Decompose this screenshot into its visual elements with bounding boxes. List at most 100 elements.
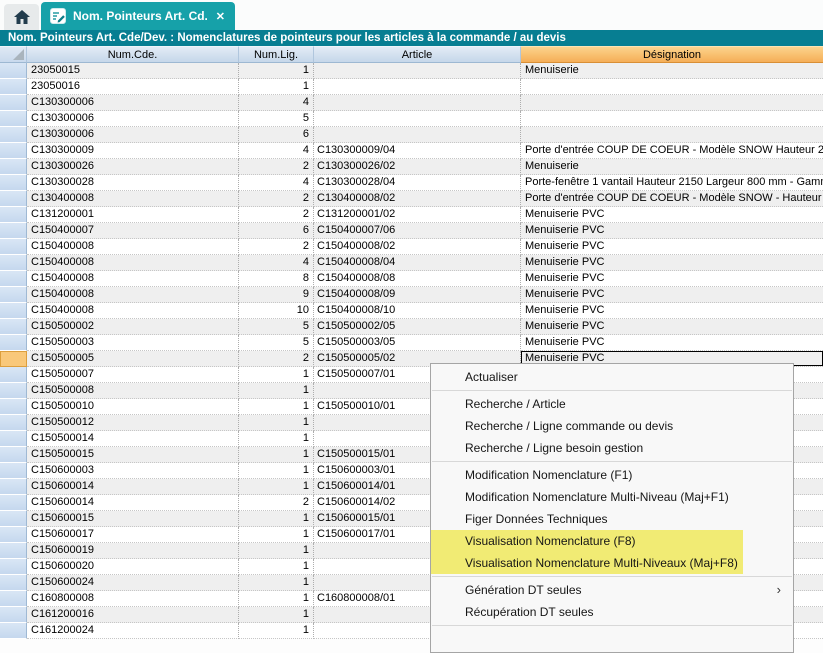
cell-num-cde[interactable]: C130400008	[27, 191, 239, 207]
column-header-article[interactable]: Article	[314, 46, 521, 63]
menu-item-r-cup-ration-dt-seules[interactable]: Récupération DT seules	[431, 601, 793, 623]
row-header-cell[interactable]	[0, 431, 27, 447]
cell-num-cde[interactable]: C150500010	[27, 399, 239, 415]
cell-article[interactable]: C150400007/06	[314, 223, 521, 239]
cell-designation[interactable]: Menuiserie PVC	[521, 223, 823, 239]
cell-article[interactable]: C130300009/04	[314, 143, 521, 159]
row-header-cell[interactable]	[0, 415, 27, 431]
cell-designation[interactable]: Menuiserie PVC	[521, 287, 823, 303]
menu-item-modification-nomenclature-multi-niveau-maj-f1[interactable]: Modification Nomenclature Multi-Niveau (…	[431, 486, 793, 508]
cell-num-cde[interactable]: C150400008	[27, 287, 239, 303]
cell-num-cde[interactable]: C150500002	[27, 319, 239, 335]
cell-num-lig[interactable]: 1	[239, 543, 314, 559]
cell-num-lig[interactable]: 1	[239, 607, 314, 623]
cell-num-cde[interactable]: C150400007	[27, 223, 239, 239]
cell-num-cde[interactable]: C130300006	[27, 111, 239, 127]
cell-num-cde[interactable]: C150400008	[27, 271, 239, 287]
cell-num-cde[interactable]: C150500005	[27, 351, 239, 367]
cell-num-cde[interactable]: C150500014	[27, 431, 239, 447]
row-header-cell[interactable]	[0, 111, 27, 127]
row-header-cell[interactable]	[0, 63, 27, 79]
cell-num-cde[interactable]: C131200001	[27, 207, 239, 223]
row-header-cell[interactable]	[0, 287, 27, 303]
row-header-cell[interactable]	[0, 479, 27, 495]
cell-num-lig[interactable]: 1	[239, 63, 314, 79]
cell-designation[interactable]: Menuiserie	[521, 63, 823, 79]
cell-num-cde[interactable]: C161200024	[27, 623, 239, 639]
row-header-cell[interactable]	[0, 175, 27, 191]
cell-num-lig[interactable]: 1	[239, 623, 314, 639]
cell-num-cde[interactable]: C150400008	[27, 239, 239, 255]
cell-num-lig[interactable]: 9	[239, 287, 314, 303]
cell-article[interactable]: C150400008/08	[314, 271, 521, 287]
menu-item-recherche-ligne-besoin-gestion[interactable]: Recherche / Ligne besoin gestion	[431, 437, 793, 459]
row-header-cell[interactable]	[0, 127, 27, 143]
cell-num-lig[interactable]: 1	[239, 79, 314, 95]
cell-num-cde[interactable]: C130300009	[27, 143, 239, 159]
cell-article[interactable]	[314, 79, 521, 95]
row-header-cell[interactable]	[0, 95, 27, 111]
cell-article[interactable]: C131200001/02	[314, 207, 521, 223]
menu-item-figer-donn-es-techniques[interactable]: Figer Données Techniques	[431, 508, 793, 530]
tab-close-icon[interactable]: ✕	[215, 10, 226, 23]
cell-article[interactable]: C130300028/04	[314, 175, 521, 191]
cell-designation[interactable]: Porte d'entrée COUP DE COEUR - Modèle SN…	[521, 191, 823, 207]
row-header-cell[interactable]	[0, 463, 27, 479]
row-header-cell[interactable]	[0, 607, 27, 623]
row-header-cell[interactable]	[0, 623, 27, 639]
cell-article[interactable]: C150400008/02	[314, 239, 521, 255]
cell-article[interactable]: C150400008/04	[314, 255, 521, 271]
row-header-cell[interactable]	[0, 207, 27, 223]
cell-num-lig[interactable]: 1	[239, 399, 314, 415]
row-header-cell[interactable]	[0, 591, 27, 607]
cell-num-cde[interactable]: C150400008	[27, 303, 239, 319]
cell-designation[interactable]: Menuiserie	[521, 159, 823, 175]
row-header-cell[interactable]	[0, 159, 27, 175]
cell-designation[interactable]: Menuiserie PVC	[521, 319, 823, 335]
cell-num-lig[interactable]: 2	[239, 239, 314, 255]
cell-num-cde[interactable]: C150500012	[27, 415, 239, 431]
cell-num-cde[interactable]: C150500003	[27, 335, 239, 351]
row-header-cell[interactable]	[0, 447, 27, 463]
cell-article[interactable]: C150500003/05	[314, 335, 521, 351]
row-header-cell[interactable]	[0, 559, 27, 575]
menu-item-modification-nomenclature-f1[interactable]: Modification Nomenclature (F1)	[431, 464, 793, 486]
menu-item-visualisation-nomenclature-multi-niveaux-maj-f8[interactable]: Visualisation Nomenclature Multi-Niveaux…	[431, 552, 793, 574]
cell-designation[interactable]: Menuiserie PVC	[521, 207, 823, 223]
cell-num-cde[interactable]: C150600017	[27, 527, 239, 543]
cell-num-cde[interactable]: C150600014	[27, 479, 239, 495]
cell-article[interactable]: C130300026/02	[314, 159, 521, 175]
cell-designation[interactable]: Porte d'entrée COUP DE COEUR - Modèle SN…	[521, 143, 823, 159]
cell-designation[interactable]	[521, 79, 823, 95]
cell-num-lig[interactable]: 5	[239, 335, 314, 351]
cell-num-cde[interactable]: C150600014	[27, 495, 239, 511]
cell-num-lig[interactable]: 1	[239, 463, 314, 479]
row-header-cell[interactable]	[0, 143, 27, 159]
cell-num-lig[interactable]: 1	[239, 575, 314, 591]
cell-num-lig[interactable]: 5	[239, 319, 314, 335]
row-header-cell[interactable]	[0, 255, 27, 271]
row-header-cell[interactable]	[0, 335, 27, 351]
cell-designation[interactable]: Menuiserie PVC	[521, 271, 823, 287]
cell-article[interactable]	[314, 95, 521, 111]
cell-article[interactable]: C150400008/10	[314, 303, 521, 319]
cell-num-cde[interactable]: C150600024	[27, 575, 239, 591]
column-header-num-lig[interactable]: Num.Lig.	[239, 46, 314, 63]
row-header-cell[interactable]	[0, 575, 27, 591]
cell-num-lig[interactable]: 6	[239, 127, 314, 143]
menu-item-actualiser[interactable]: Actualiser	[431, 366, 793, 388]
menu-item-recherche-article[interactable]: Recherche / Article	[431, 393, 793, 415]
cell-num-lig[interactable]: 1	[239, 367, 314, 383]
cell-designation[interactable]: Menuiserie PVC	[521, 239, 823, 255]
cell-num-cde[interactable]: C130300006	[27, 127, 239, 143]
tab-home[interactable]	[4, 4, 39, 30]
cell-num-lig[interactable]: 1	[239, 591, 314, 607]
row-header-cell[interactable]	[0, 399, 27, 415]
cell-num-cde[interactable]: C150600003	[27, 463, 239, 479]
row-header-cell[interactable]	[0, 527, 27, 543]
row-header-cell[interactable]	[0, 367, 27, 383]
cell-num-cde[interactable]: 23050016	[27, 79, 239, 95]
cell-num-lig[interactable]: 2	[239, 495, 314, 511]
row-header-cell[interactable]	[0, 223, 27, 239]
cell-designation[interactable]	[521, 95, 823, 111]
